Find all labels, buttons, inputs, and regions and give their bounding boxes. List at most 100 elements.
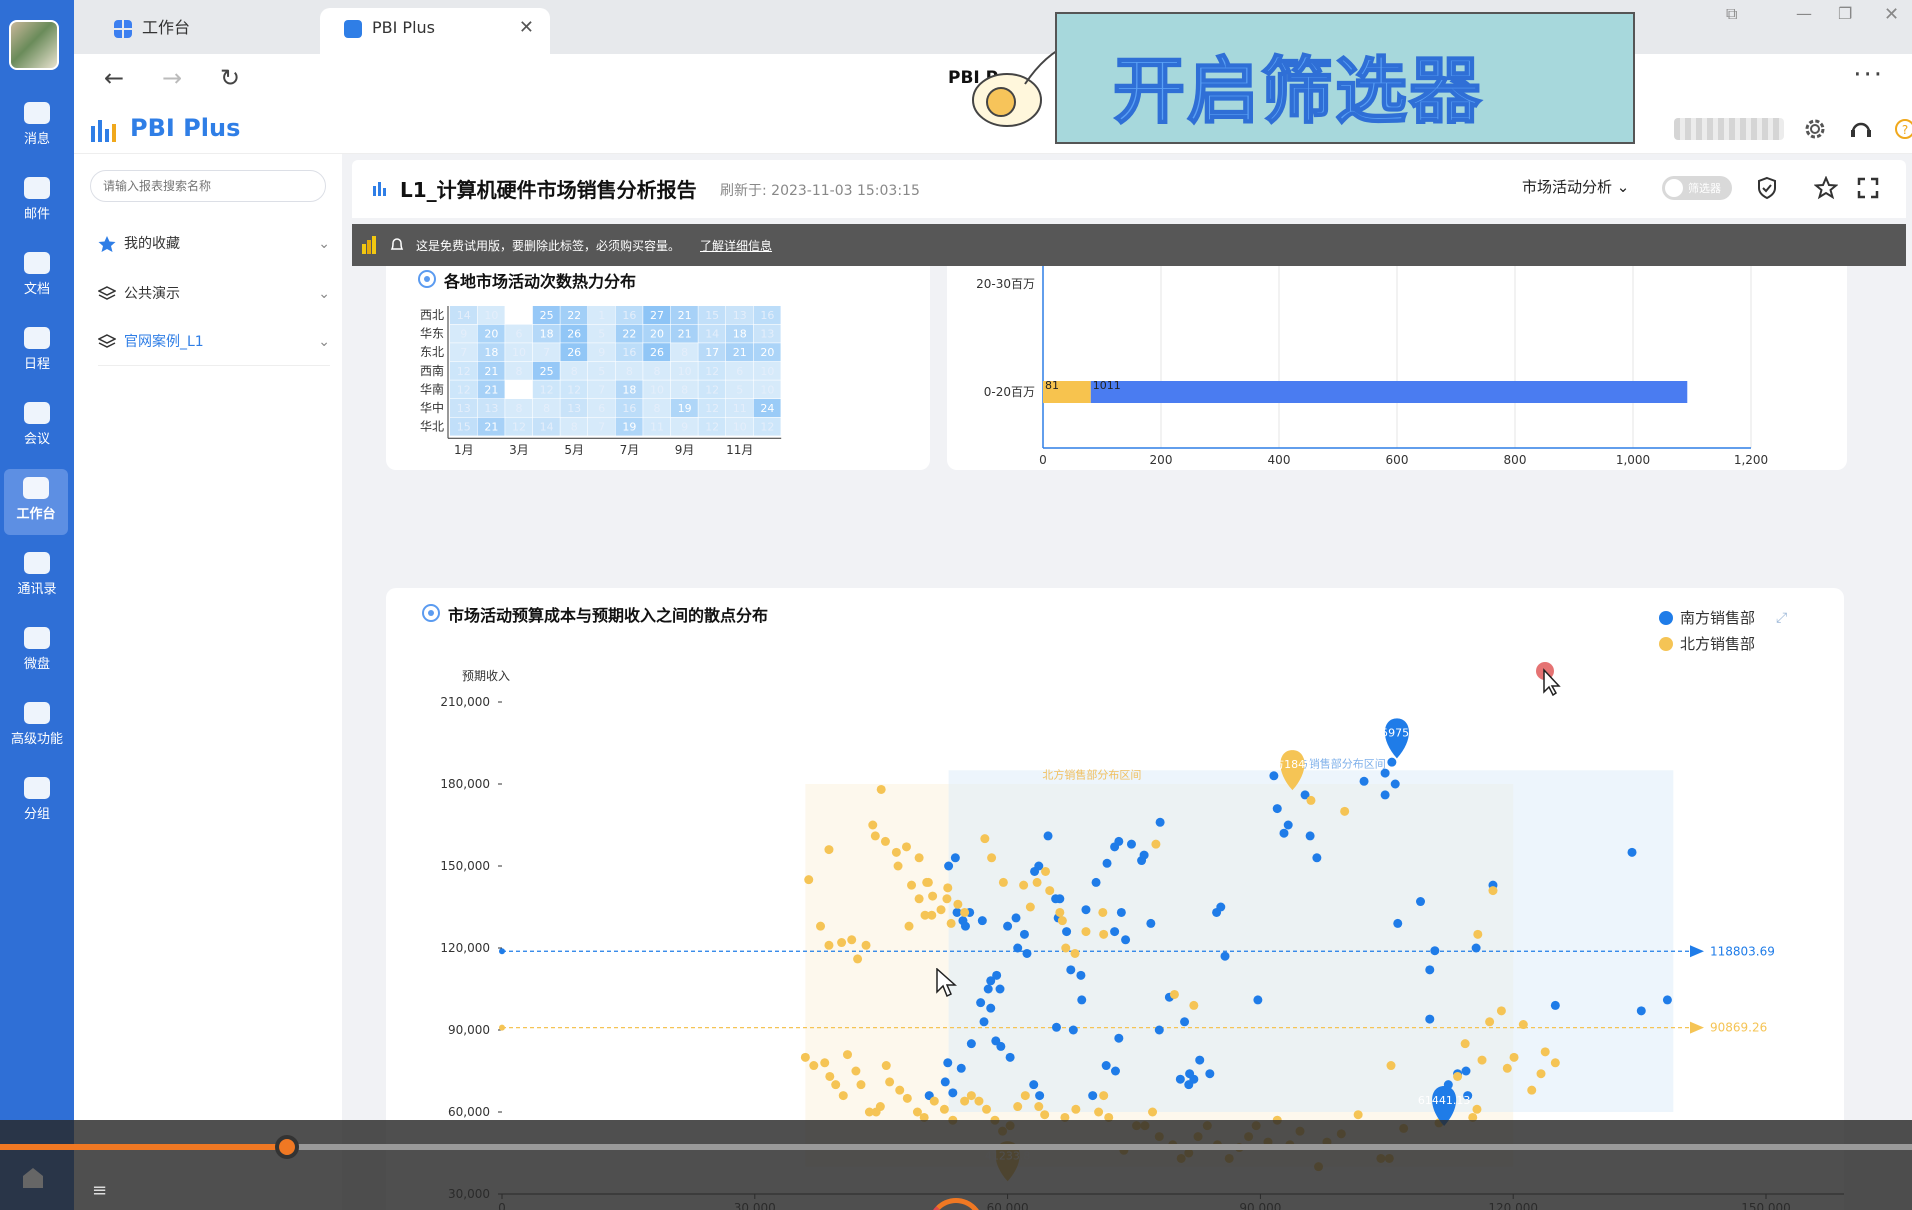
appnav-label: 会议 — [23, 432, 50, 447]
bar-x-tick: 200 — [1150, 453, 1173, 467]
maximize-icon[interactable]: ❐ — [1838, 4, 1852, 23]
south-point — [1312, 853, 1322, 863]
tree-item-favorites[interactable]: 我的收藏 ⌄ — [98, 228, 330, 260]
heatmap-value: 6 — [598, 402, 605, 415]
north-point — [853, 954, 863, 964]
tab-pbi-plus[interactable]: PBI Plus ✕ — [320, 8, 550, 54]
appnav-workbench[interactable]: 工作台 — [4, 469, 68, 535]
appnav-advanced[interactable]: 高级功能 — [0, 694, 74, 760]
south-point — [1005, 1052, 1015, 1062]
north-point — [1071, 1104, 1081, 1114]
tree-item-official-cases[interactable]: 官网案例_L1 ⌄ — [98, 326, 330, 366]
star-outline-icon[interactable] — [1814, 176, 1838, 200]
scatter-y-tick: 210,000 — [440, 695, 490, 709]
heatmap-value: 5 — [598, 328, 605, 341]
user-name-blurred[interactable] — [1674, 118, 1784, 140]
north-point — [880, 836, 890, 846]
heatmap-x-tick: 11月 — [726, 443, 753, 457]
minimize-icon[interactable]: — — [1796, 4, 1812, 23]
mark-line-arrow — [1690, 945, 1704, 958]
notice-learn-more-link[interactable]: 了解详细信息 — [700, 237, 772, 254]
mail-icon — [24, 177, 50, 199]
south-point — [1139, 850, 1149, 860]
avatar[interactable] — [9, 20, 59, 70]
settings-icon[interactable] — [1802, 116, 1828, 142]
headset-icon[interactable] — [1848, 116, 1874, 142]
bar-x-tick: 600 — [1386, 453, 1409, 467]
north-point — [820, 1058, 830, 1068]
help-icon[interactable]: ? — [1892, 116, 1912, 142]
report-search-input[interactable] — [90, 170, 326, 202]
appnav-drive[interactable]: 微盘 — [0, 619, 74, 685]
restore-window-icon[interactable]: ⧉ — [1726, 4, 1737, 24]
mark-line-start — [499, 948, 505, 955]
heatmap-value: 12 — [457, 383, 471, 396]
north-point — [875, 1102, 885, 1112]
close-icon[interactable]: ✕ — [519, 8, 534, 48]
close-window-icon[interactable]: ✕ — [1884, 4, 1899, 25]
mark-point-label: 61441.13 — [1418, 1094, 1471, 1107]
north-point — [1496, 1006, 1506, 1016]
north-point — [816, 921, 826, 931]
south-point — [1283, 820, 1293, 830]
appnav-calendar[interactable]: 日程 — [0, 319, 74, 385]
south-point — [1062, 927, 1072, 937]
progress-handle[interactable] — [274, 1135, 299, 1159]
south-point — [948, 1088, 958, 1098]
back-icon[interactable]: ← — [98, 62, 130, 94]
heatmap-value: 20 — [760, 346, 774, 359]
heatmap-value: 10 — [733, 421, 747, 434]
home-icon[interactable] — [20, 1164, 46, 1190]
south-point — [1029, 1080, 1039, 1090]
north-point — [876, 784, 886, 794]
heatmap-value: 21 — [484, 365, 498, 378]
forward-icon[interactable]: → — [156, 62, 188, 94]
north-point — [1099, 1091, 1109, 1101]
appnav-contacts[interactable]: 通讯录 — [0, 544, 74, 610]
menu-icon[interactable]: ≡ — [92, 1180, 107, 1201]
scatter-legend-marker — [1659, 611, 1673, 625]
appnav-label: 邮件 — [23, 207, 50, 222]
heatmap-value: 16 — [622, 402, 636, 415]
caption-text: 开启筛选器 — [1112, 48, 1484, 134]
heatmap-value: 5 — [598, 365, 605, 378]
tree-item-public-demo[interactable]: 公共演示 ⌄ — [98, 278, 330, 310]
appnav-label: 消息 — [23, 132, 50, 147]
refresh-icon[interactable]: ↻ — [214, 62, 246, 94]
appnav-group[interactable]: 分组 — [0, 769, 74, 835]
south-point — [1269, 771, 1279, 781]
progress-track[interactable] — [0, 1135, 1912, 1159]
scatter-y-tick: 60,000 — [448, 1105, 490, 1119]
appnav-mail[interactable]: 邮件 — [0, 169, 74, 235]
north-point — [809, 1061, 819, 1071]
south-point — [1180, 1017, 1190, 1027]
heatmap-value: 6 — [736, 365, 743, 378]
fullscreen-icon[interactable] — [1856, 176, 1880, 200]
shield-check-icon[interactable] — [1755, 176, 1779, 200]
heatmap-value: 12 — [760, 421, 774, 434]
heatmap-value: 8 — [681, 346, 688, 359]
south-point — [1051, 1022, 1061, 1032]
north-point — [895, 1085, 905, 1095]
north-point — [902, 1093, 912, 1103]
appnav-chat[interactable]: 消息 — [0, 94, 74, 160]
south-point — [1359, 776, 1369, 786]
south-point — [979, 1017, 989, 1027]
north-point — [943, 883, 953, 893]
video-player-bar: ≡ — [0, 1120, 1912, 1210]
mark-line-start — [499, 1024, 505, 1031]
heatmap-value: 13 — [457, 402, 471, 415]
more-menu-icon[interactable]: ··· — [1853, 60, 1884, 90]
appnav-document[interactable]: 文档 — [0, 244, 74, 310]
north-point — [847, 935, 857, 945]
page-select-dropdown[interactable]: 市场活动分析 ⌄ — [1522, 176, 1629, 197]
appnav-meeting[interactable]: 会议 — [0, 394, 74, 460]
heatmap-x-tick: 7月 — [620, 443, 640, 457]
north-point — [1098, 907, 1108, 917]
tab-workbench[interactable]: 工作台 — [90, 8, 316, 54]
notice-text: 这是免费试用版，要删除此标签，必须购买容量。 — [416, 239, 681, 253]
heatmap-value: 27 — [650, 309, 664, 322]
north-point — [824, 940, 834, 950]
bar-x-tick: 1,000 — [1616, 453, 1650, 467]
filter-toggle[interactable]: 筛选器 — [1662, 176, 1732, 200]
